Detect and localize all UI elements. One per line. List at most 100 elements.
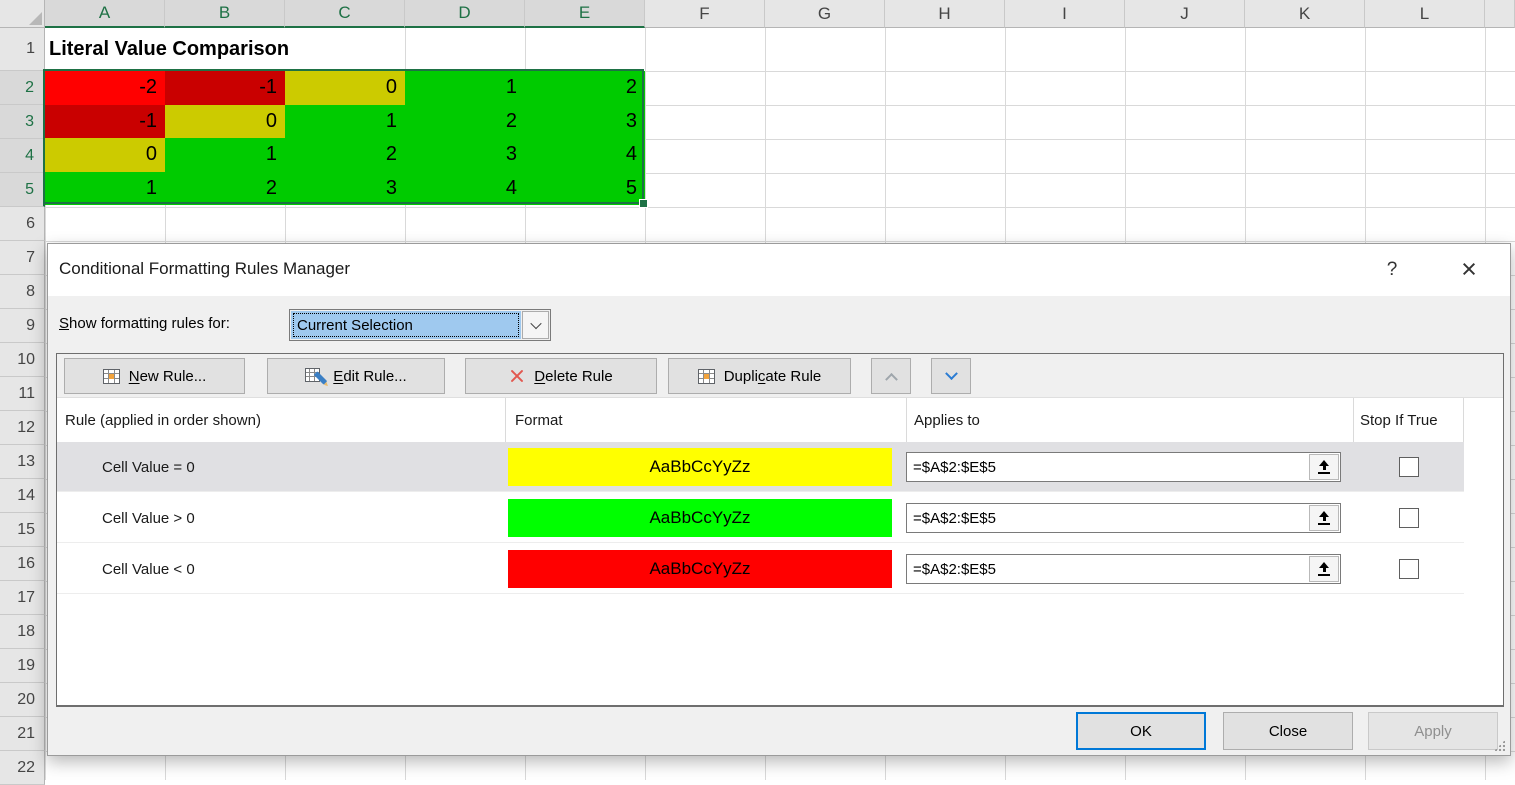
row-headers: 12345678910111213141516171819202122 (0, 28, 45, 785)
row-header-14[interactable]: 14 (0, 479, 45, 513)
column-header-H[interactable]: H (885, 0, 1005, 28)
collapse-dialog-button[interactable] (1309, 505, 1339, 531)
chevron-down-icon (530, 318, 541, 329)
row-header-17[interactable]: 17 (0, 581, 45, 615)
cell-A4[interactable]: 0 (45, 138, 165, 172)
cell-D4[interactable]: 3 (405, 138, 525, 172)
column-header-E[interactable]: E (525, 0, 645, 28)
row-header-10[interactable]: 10 (0, 343, 45, 377)
rules-panel: New Rule... Edit Rule... Delete Rule Dup… (56, 353, 1504, 707)
dialog-title: Conditional Formatting Rules Manager (59, 259, 350, 279)
stop-if-true-checkbox[interactable] (1399, 559, 1419, 579)
close-button[interactable]: Close (1223, 712, 1353, 750)
column-header-G[interactable]: G (765, 0, 885, 28)
row-header-2[interactable]: 2 (0, 71, 45, 105)
applies-to-value[interactable]: =$A$2:$E$5 (907, 459, 1308, 476)
column-header-K[interactable]: K (1245, 0, 1365, 28)
row-header-6[interactable]: 6 (0, 207, 45, 241)
row-header-18[interactable]: 18 (0, 615, 45, 649)
delete-rule-label: Delete Rule (534, 368, 612, 385)
ok-button[interactable]: OK (1076, 712, 1206, 750)
stop-if-true-checkbox[interactable] (1399, 457, 1419, 477)
rule-row-less-0[interactable]: Cell Value < 0 AaBbCcYyZz =$A$2:$E$5 (57, 544, 1464, 594)
row-header-5[interactable]: 5 (0, 173, 45, 207)
collapse-dialog-button[interactable] (1309, 454, 1339, 480)
cell-B5[interactable]: 2 (165, 172, 285, 206)
row-header-3[interactable]: 3 (0, 105, 45, 139)
cell-C3[interactable]: 1 (285, 105, 405, 139)
cell-A2[interactable]: -2 (45, 71, 165, 105)
close-icon[interactable]: × (1452, 252, 1486, 286)
column-header-A[interactable]: A (45, 0, 165, 28)
cf-rules-manager-dialog: Conditional Formatting Rules Manager ? ×… (47, 243, 1511, 756)
column-header-I[interactable]: I (1005, 0, 1125, 28)
cell-A5[interactable]: 1 (45, 172, 165, 206)
row-header-11[interactable]: 11 (0, 377, 45, 411)
move-rule-up-button[interactable] (871, 358, 911, 394)
dialog-titlebar: Conditional Formatting Rules Manager ? × (48, 244, 1510, 296)
format-preview: AaBbCcYyZz (508, 499, 892, 537)
applies-to-field[interactable]: =$A$2:$E$5 (906, 503, 1341, 533)
row-header-4[interactable]: 4 (0, 139, 45, 173)
cell-A3[interactable]: -1 (45, 105, 165, 139)
applies-to-value[interactable]: =$A$2:$E$5 (907, 561, 1308, 578)
column-header-J[interactable]: J (1125, 0, 1245, 28)
cell-C2[interactable]: 0 (285, 71, 405, 105)
column-header-partial[interactable] (1485, 0, 1515, 28)
format-preview: AaBbCcYyZz (508, 448, 892, 486)
combobox-dropdown-button[interactable] (522, 311, 549, 339)
apply-button[interactable]: Apply (1368, 712, 1498, 750)
row-header-21[interactable]: 21 (0, 717, 45, 751)
row-header-20[interactable]: 20 (0, 683, 45, 717)
collapse-dialog-button[interactable] (1309, 556, 1339, 582)
combobox-value[interactable]: Current Selection (291, 311, 521, 339)
show-rules-label: Show formatting rules for: (59, 315, 230, 332)
cell-E5[interactable]: 5 (525, 172, 645, 206)
applies-to-value[interactable]: =$A$2:$E$5 (907, 510, 1308, 527)
chevron-up-icon (885, 372, 898, 385)
applies-to-field[interactable]: =$A$2:$E$5 (906, 452, 1341, 482)
row-header-19[interactable]: 19 (0, 649, 45, 683)
duplicate-rule-button[interactable]: Duplicate Rule (668, 358, 851, 394)
row-header-15[interactable]: 15 (0, 513, 45, 547)
row-header-1[interactable]: 1 (0, 28, 45, 71)
cell-D3[interactable]: 2 (405, 105, 525, 139)
column-header-F[interactable]: F (645, 0, 765, 28)
cell-E2[interactable]: 2 (525, 71, 645, 105)
collapse-dialog-icon (1318, 460, 1330, 474)
header-format: Format (506, 398, 907, 442)
row-header-7[interactable]: 7 (0, 241, 45, 275)
delete-rule-button[interactable]: Delete Rule (465, 358, 657, 394)
row-header-13[interactable]: 13 (0, 445, 45, 479)
cell-E3[interactable]: 3 (525, 105, 645, 139)
rule-row-greater-0[interactable]: Cell Value > 0 AaBbCcYyZz =$A$2:$E$5 (57, 493, 1464, 543)
row-header-12[interactable]: 12 (0, 411, 45, 445)
stop-if-true-checkbox[interactable] (1399, 508, 1419, 528)
cell-E4[interactable]: 4 (525, 138, 645, 172)
move-rule-down-button[interactable] (931, 358, 971, 394)
show-rules-combobox[interactable]: Current Selection (289, 309, 551, 341)
edit-rule-pencil-icon (305, 368, 324, 384)
column-header-L[interactable]: L (1365, 0, 1485, 28)
cell-D2[interactable]: 1 (405, 71, 525, 105)
column-header-B[interactable]: B (165, 0, 285, 28)
cell-B2[interactable]: -1 (165, 71, 285, 105)
cell-C5[interactable]: 3 (285, 172, 405, 206)
select-all-corner[interactable] (0, 0, 45, 28)
applies-to-field[interactable]: =$A$2:$E$5 (906, 554, 1341, 584)
help-icon[interactable]: ? (1379, 256, 1405, 284)
column-header-C[interactable]: C (285, 0, 405, 28)
cell-C4[interactable]: 2 (285, 138, 405, 172)
cell-B4[interactable]: 1 (165, 138, 285, 172)
rule-row-equal-0[interactable]: Cell Value = 0 AaBbCcYyZz =$A$2:$E$5 (57, 442, 1464, 492)
new-rule-button[interactable]: New Rule... (64, 358, 245, 394)
column-header-D[interactable]: D (405, 0, 525, 28)
row-header-16[interactable]: 16 (0, 547, 45, 581)
cell-B3[interactable]: 0 (165, 105, 285, 139)
edit-rule-button[interactable]: Edit Rule... (267, 358, 445, 394)
edit-rule-label: Edit Rule... (333, 368, 406, 385)
row-header-9[interactable]: 9 (0, 309, 45, 343)
cell-D5[interactable]: 4 (405, 172, 525, 206)
row-header-8[interactable]: 8 (0, 275, 45, 309)
cell-A1-title[interactable]: Literal Value Comparison (45, 28, 405, 71)
